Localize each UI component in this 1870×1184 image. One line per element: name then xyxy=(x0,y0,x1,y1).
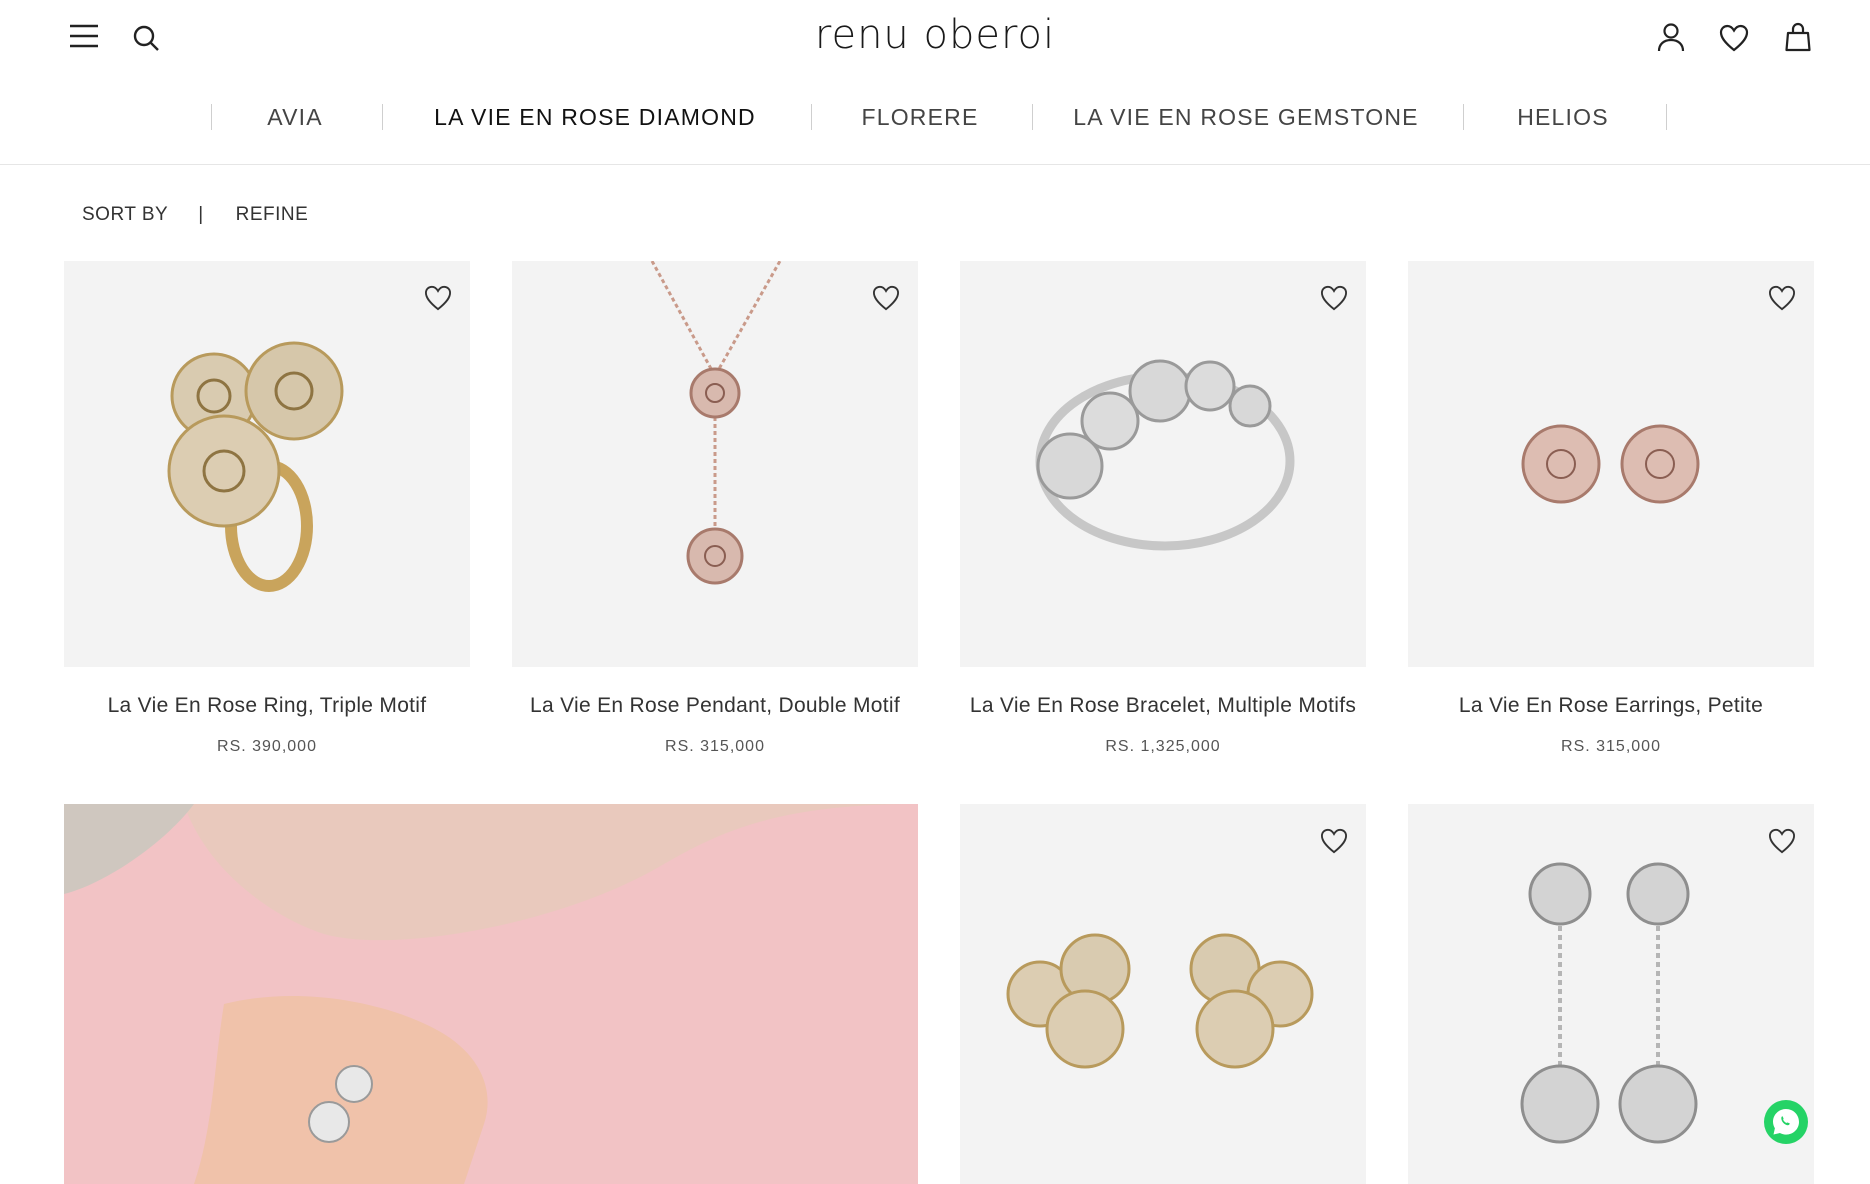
nav-item-helios[interactable]: HELIOS xyxy=(1517,104,1609,131)
add-to-wishlist-icon[interactable] xyxy=(1320,285,1350,315)
listing-toolbar: SORT BY | REFINE xyxy=(82,204,308,226)
silver-drop-earrings-icon xyxy=(1520,862,1698,1144)
sort-by-button[interactable]: SORT BY xyxy=(82,204,168,226)
nav-item-la-vie-en-rose-diamond[interactable]: LA VIE EN ROSE DIAMOND xyxy=(434,104,756,131)
product-price: RS. 390,000 xyxy=(217,738,317,755)
refine-button[interactable]: REFINE xyxy=(236,204,309,226)
collection-nav: AVIA LA VIE EN ROSE DIAMOND FLORERE LA V… xyxy=(0,96,1870,140)
product-image-bracelet[interactable] xyxy=(960,261,1366,667)
product-image-ring[interactable] xyxy=(64,261,470,667)
nav-divider xyxy=(811,104,812,130)
site-header: renu oberoi AVIA LA VIE EN ROSE DIAMOND … xyxy=(0,0,1870,165)
wishlist-icon[interactable] xyxy=(1714,18,1754,58)
product-name[interactable]: La Vie En Rose Bracelet, Multiple Motifs xyxy=(960,694,1366,718)
rose-pendant-icon xyxy=(650,261,782,585)
product-name[interactable]: La Vie En Rose Earrings, Petite xyxy=(1408,694,1814,718)
nav-divider xyxy=(1463,104,1464,130)
product-price: RS. 1,325,000 xyxy=(1105,738,1221,755)
brand-logo[interactable]: renu oberoi xyxy=(0,12,1870,58)
gold-ring-icon xyxy=(167,341,344,592)
product-price: RS. 315,000 xyxy=(665,738,765,755)
product-image-pendant[interactable] xyxy=(512,261,918,667)
add-to-wishlist-icon[interactable] xyxy=(872,285,902,315)
nav-item-la-vie-en-rose-gemstone[interactable]: LA VIE EN ROSE GEMSTONE xyxy=(1073,104,1418,131)
silver-bracelet-icon xyxy=(1035,359,1295,551)
nav-divider xyxy=(211,104,212,130)
add-to-wishlist-icon[interactable] xyxy=(424,285,454,315)
bag-icon[interactable] xyxy=(1778,17,1818,57)
product-image-gold-earrings[interactable] xyxy=(960,804,1366,1184)
lifestyle-banner-image[interactable] xyxy=(64,804,918,1184)
add-to-wishlist-icon[interactable] xyxy=(1768,285,1798,315)
nav-item-florere[interactable]: FLORERE xyxy=(861,104,978,131)
nav-divider xyxy=(1666,104,1667,130)
nav-divider xyxy=(382,104,383,130)
product-price: RS. 315,000 xyxy=(1561,738,1661,755)
product-image-drop-earrings[interactable] xyxy=(1408,804,1814,1184)
nav-item-avia[interactable]: AVIA xyxy=(267,104,323,131)
product-name[interactable]: La Vie En Rose Pendant, Double Motif xyxy=(512,694,918,718)
gold-earrings-icon xyxy=(1006,933,1314,1069)
nav-divider xyxy=(1032,104,1033,130)
product-image-earrings[interactable] xyxy=(1408,261,1814,667)
toolbar-divider: | xyxy=(198,204,204,225)
account-icon[interactable] xyxy=(1651,17,1691,57)
rose-earrings-icon xyxy=(1521,424,1700,504)
add-to-wishlist-icon[interactable] xyxy=(1768,828,1798,858)
model-wearing-ring-photo xyxy=(64,804,918,1184)
product-name[interactable]: La Vie En Rose Ring, Triple Motif xyxy=(64,694,470,718)
add-to-wishlist-icon[interactable] xyxy=(1320,828,1350,858)
whatsapp-chat-icon[interactable] xyxy=(1764,1100,1808,1144)
